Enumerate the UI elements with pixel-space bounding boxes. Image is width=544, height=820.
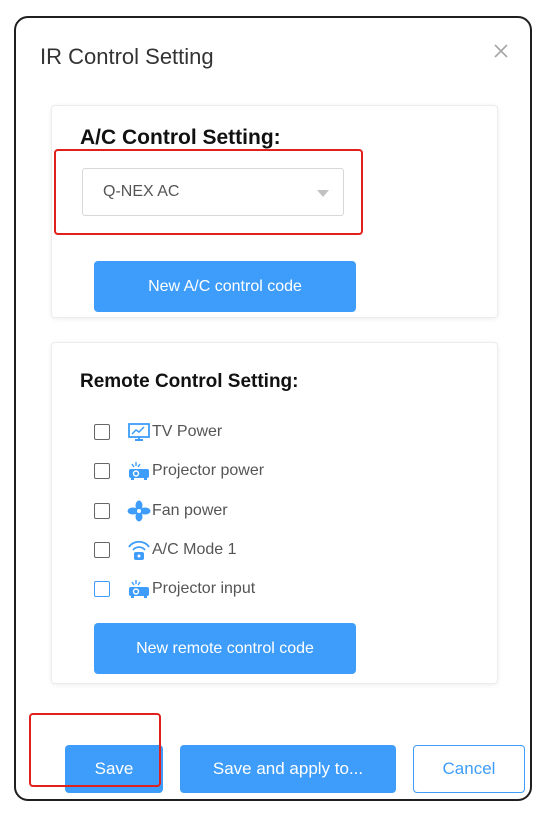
new-ac-control-code-button[interactable]: New A/C control code bbox=[94, 261, 356, 312]
save-button[interactable]: Save bbox=[65, 745, 163, 793]
remote-item-label: Projector power bbox=[152, 462, 265, 479]
remote-item-label: Fan power bbox=[152, 502, 228, 519]
remote-item-projector-power[interactable]: Projector power bbox=[94, 459, 264, 483]
save-and-apply-button[interactable]: Save and apply to... bbox=[180, 745, 396, 793]
tv-icon bbox=[127, 421, 151, 443]
ir-control-setting-dialog: IR Control Setting A/C Control Setting: … bbox=[14, 16, 532, 801]
ac-model-select[interactable]: Q-NEX AC bbox=[82, 168, 344, 216]
projector-icon bbox=[127, 460, 151, 482]
ac-control-card: A/C Control Setting: Q-NEX AC New A/C co… bbox=[52, 106, 497, 317]
remote-item-label: A/C Mode 1 bbox=[152, 541, 237, 558]
checkbox[interactable] bbox=[94, 503, 110, 519]
dialog-title: IR Control Setting bbox=[40, 44, 214, 69]
fan-icon bbox=[127, 500, 151, 522]
checkbox[interactable] bbox=[94, 463, 110, 479]
close-icon[interactable] bbox=[490, 40, 512, 62]
checkbox[interactable] bbox=[94, 581, 110, 597]
remote-item-label: TV Power bbox=[152, 423, 223, 440]
projector-icon bbox=[127, 578, 151, 600]
remote-item-projector-input[interactable]: Projector input bbox=[94, 577, 255, 601]
ac-model-select-value: Q-NEX AC bbox=[103, 183, 180, 200]
remote-item-label: Projector input bbox=[152, 580, 256, 597]
remote-item-fan-power[interactable]: Fan power bbox=[94, 499, 228, 523]
cancel-button[interactable]: Cancel bbox=[413, 745, 525, 793]
air-conditioner-icon bbox=[127, 539, 151, 561]
remote-item-tv-power[interactable]: TV Power bbox=[94, 420, 222, 444]
checkbox[interactable] bbox=[94, 542, 110, 558]
remote-control-heading: Remote Control Setting: bbox=[80, 371, 299, 392]
new-remote-control-code-button[interactable]: New remote control code bbox=[94, 623, 356, 674]
chevron-down-icon bbox=[317, 190, 329, 197]
ac-control-heading: A/C Control Setting: bbox=[80, 126, 281, 149]
checkbox[interactable] bbox=[94, 424, 110, 440]
remote-item-ac-mode-1[interactable]: A/C Mode 1 bbox=[94, 538, 236, 562]
remote-control-card: Remote Control Setting: TV Power Project… bbox=[52, 343, 497, 683]
